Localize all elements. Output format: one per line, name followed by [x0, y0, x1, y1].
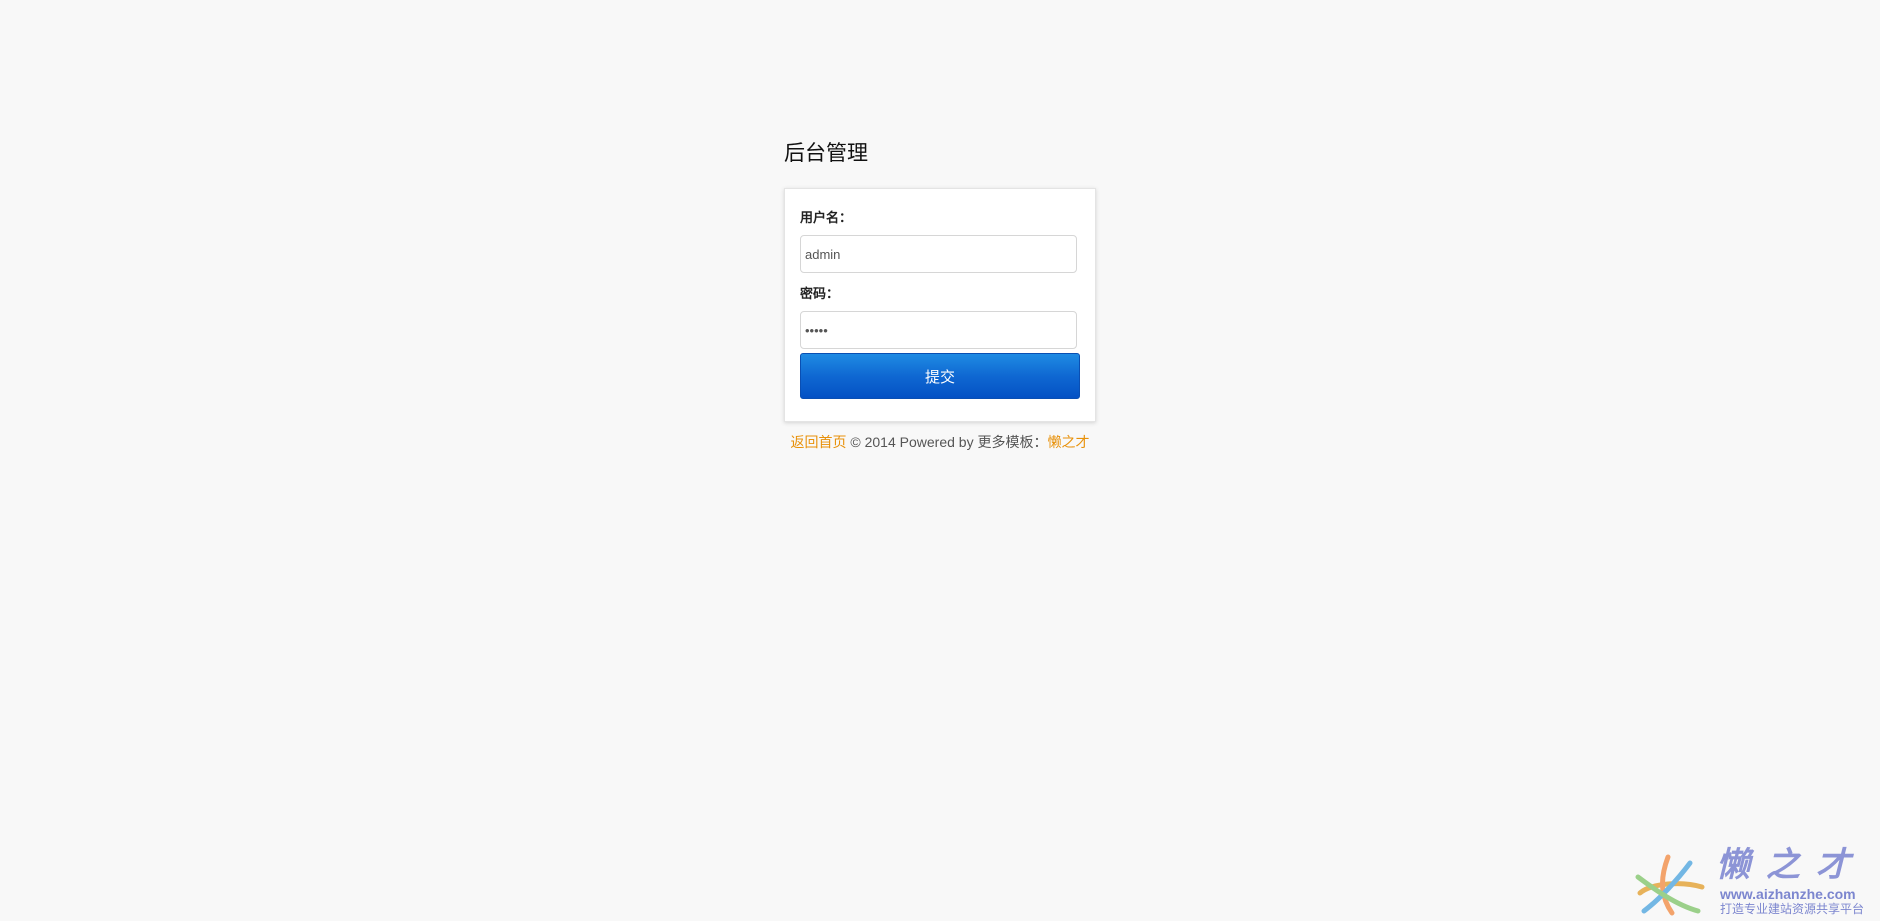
copyright-text: © 2014 Powered by 更多模板： — [846, 434, 1048, 450]
watermark-title: 懒之才 — [1716, 845, 1866, 885]
page-title: 后台管理 — [784, 142, 868, 165]
watermark-url: www.aizhanzhe.com — [1720, 886, 1856, 902]
password-label: 密码： — [800, 286, 840, 301]
watermark: 懒之才 www.aizhanzhe.com 打造专业建站资源共享平台 — [1632, 845, 1872, 917]
password-input[interactable] — [800, 311, 1077, 349]
star-swirl-icon — [1635, 854, 1705, 916]
footer: 返回首页 © 2014 Powered by 更多模板：懒之才 — [784, 432, 1096, 452]
home-link[interactable]: 返回首页 — [791, 434, 847, 450]
brand-link[interactable]: 懒之才 — [1047, 434, 1089, 450]
watermark-slogan: 打造专业建站资源共享平台 — [1720, 902, 1865, 916]
login-form: 用户名： 密码： 提交 — [784, 188, 1096, 422]
login-container: 后台管理 用户名： 密码： 提交 返回首页 © 2014 Powered by … — [784, 138, 1096, 452]
username-input[interactable] — [800, 235, 1077, 273]
submit-button[interactable]: 提交 — [800, 353, 1080, 399]
username-label: 用户名： — [800, 210, 853, 225]
page: 后台管理 用户名： 密码： 提交 返回首页 © 2014 Powered by … — [0, 0, 1880, 921]
